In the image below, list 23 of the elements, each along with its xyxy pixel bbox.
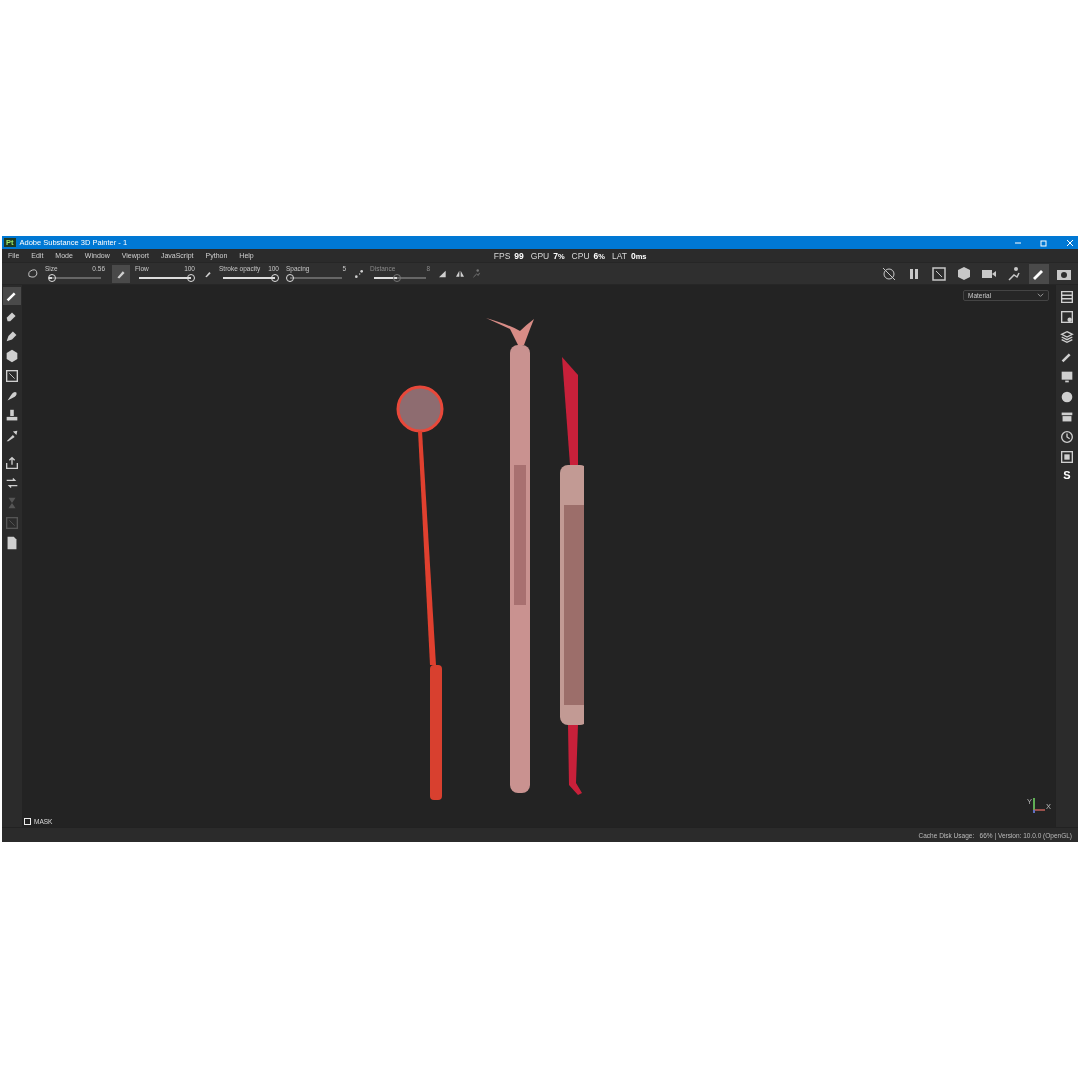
substance-logo[interactable]: S [1063, 468, 1071, 482]
stat-label: FPS [493, 250, 511, 261]
stat-value: 99 [514, 250, 524, 261]
caret-icon [1037, 292, 1044, 299]
brush-alpha-button[interactable] [112, 264, 130, 283]
brush-tool-icon[interactable] [3, 287, 21, 305]
panel-icon[interactable] [1058, 308, 1076, 326]
stat-label: LAT [611, 250, 627, 261]
axis-gizmo-drawing [1032, 797, 1046, 813]
clock-icon[interactable] [1058, 428, 1076, 446]
square-icon[interactable] [1058, 448, 1076, 466]
layers-icon[interactable] [1058, 328, 1076, 346]
list-icon[interactable] [1058, 288, 1076, 306]
brush-preset-icon[interactable] [26, 266, 40, 281]
brush-icon[interactable] [1029, 263, 1049, 284]
mask-checkbox[interactable] [24, 818, 31, 825]
frame-tool-icon[interactable] [3, 367, 21, 385]
stat-label: CPU [571, 250, 590, 261]
restore-icon[interactable] [1040, 238, 1048, 247]
export-tool-icon[interactable] [3, 454, 21, 472]
close-icon[interactable] [1066, 238, 1074, 247]
lazy-mouse-icon[interactable] [353, 267, 365, 280]
stat-label: GPU [530, 250, 550, 261]
